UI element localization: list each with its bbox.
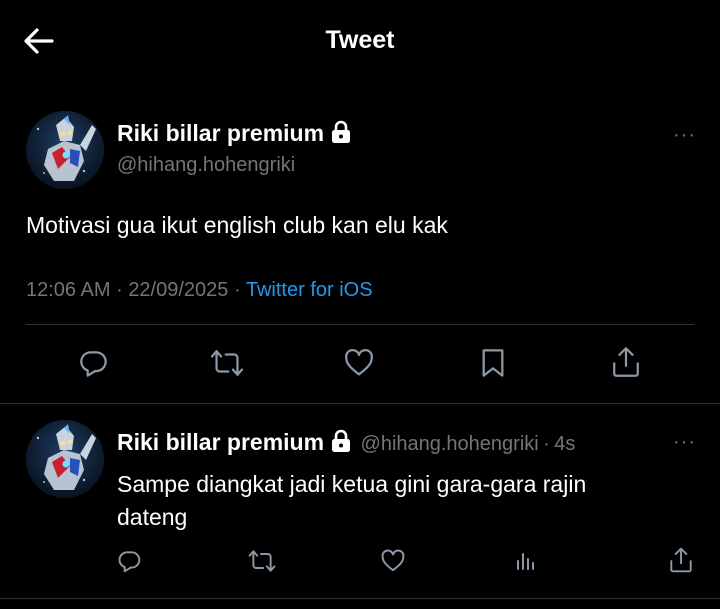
lock-icon [330, 429, 352, 453]
views-icon [517, 553, 534, 570]
more-options-icon[interactable]: ··· [673, 124, 696, 147]
bookmark-button[interactable] [478, 347, 508, 379]
reply-views-button[interactable] [514, 549, 538, 573]
tweet-text: Motivasi gua ikut english club kan elu k… [26, 212, 448, 238]
reply-text: Sampe diangkat jadi ketua gini gara-gara… [117, 471, 587, 530]
like-icon [345, 349, 373, 376]
divider [0, 403, 720, 404]
reply-icon [118, 551, 141, 573]
share-icon [613, 347, 639, 377]
reply-button[interactable] [77, 347, 109, 379]
retweet-icon [248, 550, 276, 572]
page-title: Tweet [325, 26, 395, 54]
reply-avatar[interactable] [26, 420, 104, 498]
avatar[interactable] [26, 111, 104, 189]
share-button[interactable] [610, 345, 642, 379]
tweet-meta: 12:06 AM · 22/09/2025 · Twitter for iOS [26, 279, 373, 301]
tweet-time: 12:06 AM [26, 279, 111, 301]
retweet-icon [210, 350, 244, 376]
avatar-image [26, 111, 104, 189]
divider [0, 598, 720, 599]
like-icon [381, 549, 405, 572]
more-options-icon[interactable]: ··· [673, 431, 696, 454]
divider [26, 324, 694, 325]
reply-handle[interactable]: @hihang.hohengriki [361, 433, 539, 455]
handle[interactable]: @hihang.hohengriki [117, 154, 295, 177]
reply-display-name[interactable]: Riki billar premium [117, 429, 324, 455]
reply-retweet-button[interactable] [248, 548, 276, 574]
reply-like-button[interactable] [380, 548, 406, 574]
lock-icon [330, 120, 352, 144]
display-name[interactable]: Riki billar premium [117, 120, 352, 147]
like-button[interactable] [343, 347, 375, 379]
share-icon [670, 547, 692, 573]
tweet-source-link[interactable]: Twitter for iOS [246, 279, 373, 301]
avatar-image [26, 420, 104, 498]
reply-share-button[interactable] [668, 546, 694, 574]
bookmark-icon [482, 349, 504, 377]
reply-icon [80, 351, 107, 377]
reply-header: Riki billar premium @hihang.hohengriki ·… [117, 429, 576, 455]
tweet-date: 22/09/2025 [128, 279, 229, 301]
retweet-button[interactable] [210, 347, 244, 379]
reply-reply-button[interactable] [116, 548, 142, 574]
reply-age: 4s [554, 433, 576, 455]
